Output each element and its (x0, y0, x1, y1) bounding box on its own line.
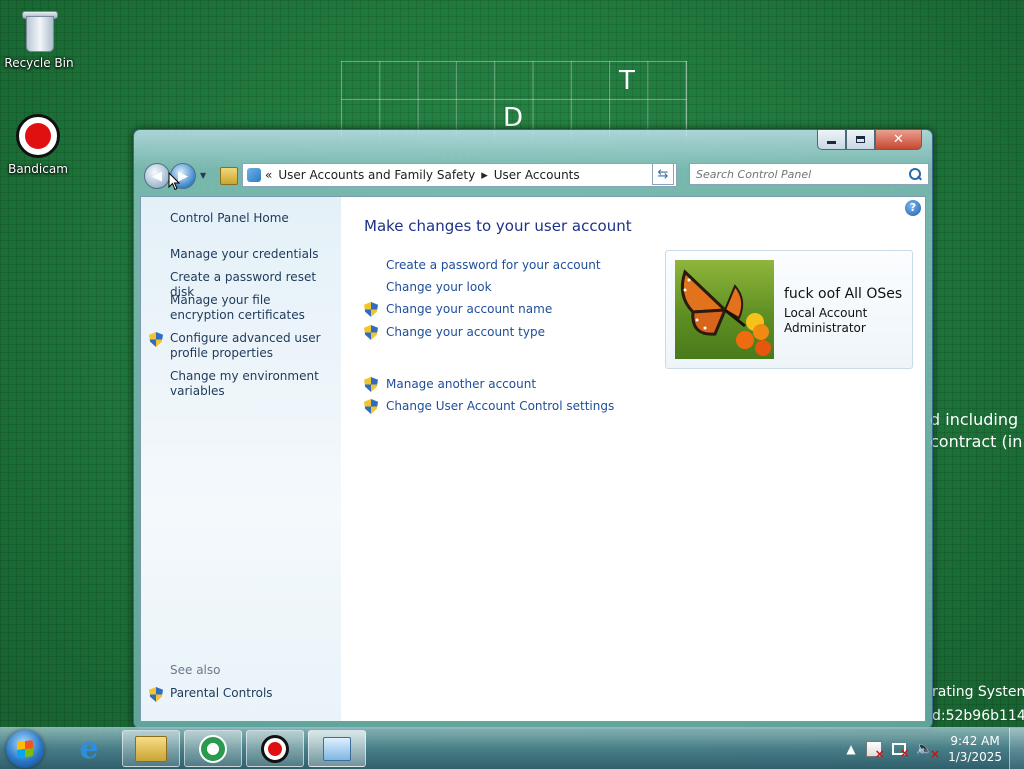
uac-shield-icon (364, 399, 378, 414)
address-bar[interactable]: « User Accounts and Family Safety ▸ User… (242, 163, 677, 187)
taskbar-internet-explorer[interactable]: e (60, 730, 118, 767)
see-also-heading: See also (170, 663, 221, 677)
action-center-icon[interactable] (865, 740, 885, 761)
address-overflow[interactable]: « (265, 168, 272, 182)
maximize-icon (856, 136, 865, 143)
manage-another-account-link[interactable]: Manage another account (386, 377, 536, 391)
page-title: Make changes to your user account (364, 217, 632, 235)
account-card: fuck oof All OSes Local Account Administ… (665, 250, 913, 369)
wallpaper-letter: T (619, 66, 635, 96)
recycle-bin-icon (22, 8, 58, 52)
taskbar: e ▲ 🔈 9:42 AM 1/3/2025 (0, 727, 1024, 769)
taskbar-windows-explorer[interactable] (122, 730, 180, 767)
control-panel-home-link[interactable]: Control Panel Home (170, 211, 330, 226)
close-icon: ✕ (893, 132, 904, 147)
breadcrumb-user-accounts-family-safety[interactable]: User Accounts and Family Safety (278, 168, 475, 182)
internet-explorer-icon: e (79, 731, 99, 766)
wallpaper-text: d:52b96b114e (932, 708, 1024, 724)
maximize-button[interactable] (846, 130, 875, 150)
account-name: fuck oof All OSes (784, 286, 903, 302)
windows-explorer-icon (135, 735, 167, 762)
recycle-bin-label: Recycle Bin (4, 56, 74, 70)
taskbar-green-app[interactable] (184, 730, 242, 767)
refresh-button[interactable]: ⇆ (652, 163, 674, 185)
back-button[interactable]: ◀ (144, 163, 170, 189)
change-account-type-link[interactable]: Change your account type (386, 325, 545, 339)
minimize-icon (827, 141, 836, 144)
taskbar-bandicam[interactable] (246, 730, 304, 767)
uac-shield-icon (149, 332, 163, 347)
control-panel-icon (323, 736, 351, 761)
wallpaper-text: d including (930, 410, 1019, 429)
user-accounts-window: ✕ ◀ ▶ ▼ « User Accounts and Family Safet… (133, 129, 933, 729)
network-icon[interactable] (891, 742, 910, 760)
search-input[interactable] (690, 166, 908, 182)
notification-area: ▲ 🔈 9:42 AM 1/3/2025 (841, 728, 1002, 769)
close-button[interactable]: ✕ (875, 130, 922, 150)
show-desktop-button[interactable] (1009, 728, 1024, 769)
parental-controls-link[interactable]: Parental Controls (170, 686, 330, 701)
advanced-profile-link[interactable]: Configure advanced user profile properti… (170, 331, 330, 361)
clock-time: 9:42 AM (950, 733, 1000, 748)
search-icon[interactable] (908, 167, 922, 181)
navigation-bar: ◀ ▶ ▼ « User Accounts and Family Safety … (142, 163, 929, 189)
bandicam-icon (16, 114, 60, 158)
uac-shield-icon (364, 302, 378, 317)
butterfly-icon (680, 269, 771, 356)
start-button[interactable] (6, 730, 44, 768)
create-password-link[interactable]: Create a password for your account (386, 258, 601, 272)
change-look-link[interactable]: Change your look (386, 280, 492, 294)
recycle-bin-desktop-icon[interactable]: Recycle Bin (1, 8, 77, 70)
account-type: Local Account (784, 306, 868, 320)
butterfly-picture[interactable] (675, 260, 774, 359)
file-encryption-link[interactable]: Manage your file encryption certificates (170, 293, 330, 323)
account-role: Administrator (784, 321, 866, 335)
show-hidden-icons-icon[interactable]: ▲ (846, 742, 855, 756)
breadcrumb-separator-icon[interactable]: ▸ (481, 168, 488, 183)
bandicam-label: Bandicam (8, 162, 68, 176)
task-pane: Control Panel Home Manage your credentia… (141, 197, 341, 721)
window-controls: ✕ (817, 130, 922, 150)
refresh-icon: ⇆ (657, 167, 669, 182)
windows-logo-icon (17, 740, 33, 758)
main-pane: ? Make changes to your user account Crea… (341, 197, 925, 721)
uac-shield-icon (364, 325, 378, 340)
change-account-name-link[interactable]: Change your account name (386, 302, 552, 316)
taskbar-control-panel[interactable] (308, 730, 366, 767)
bandicam-desktop-icon[interactable]: Bandicam (0, 114, 76, 176)
folder-icon (220, 167, 238, 185)
wallpaper-text: rating System (932, 684, 1024, 700)
green-app-icon (199, 734, 227, 763)
environment-variables-link[interactable]: Change my environment variables (170, 369, 330, 399)
bandicam-icon (261, 734, 289, 763)
content-area: Control Panel Home Manage your credentia… (140, 196, 926, 722)
wallpaper-text: contract (in (930, 432, 1023, 451)
recent-pages-dropdown[interactable]: ▼ (200, 171, 206, 180)
search-box[interactable] (689, 163, 929, 185)
help-icon[interactable]: ? (905, 200, 921, 216)
manage-credentials-link[interactable]: Manage your credentials (170, 247, 330, 262)
breadcrumb-user-accounts[interactable]: User Accounts (494, 168, 580, 182)
uac-shield-icon (149, 687, 163, 702)
clock-date: 1/3/2025 (948, 749, 1002, 764)
clock[interactable]: 9:42 AM 1/3/2025 (948, 733, 1002, 765)
back-arrow-icon: ◀ (152, 168, 162, 184)
control-panel-icon (247, 168, 261, 182)
uac-shield-icon (364, 377, 378, 392)
volume-muted-icon[interactable]: 🔈 (916, 741, 941, 761)
minimize-button[interactable] (817, 130, 846, 150)
uac-settings-link[interactable]: Change User Account Control settings (386, 399, 614, 413)
